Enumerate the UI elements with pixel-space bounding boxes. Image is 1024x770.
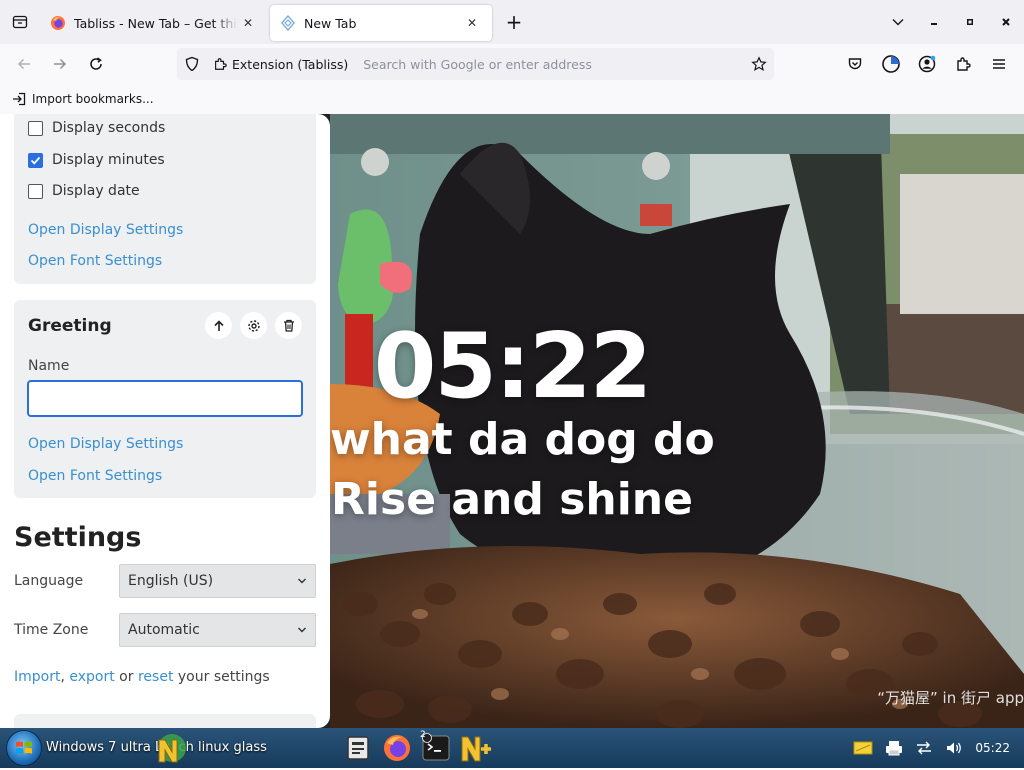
- settings-footer: Import, export or reset your settings: [14, 669, 270, 685]
- timezone-select[interactable]: Automatic: [119, 613, 316, 647]
- tracking-protection-shield-icon[interactable]: [177, 56, 207, 72]
- tab-tabliss-addon[interactable]: Tabliss - New Tab – Get this Extension f…: [40, 5, 268, 41]
- url-bar[interactable]: Extension (Tabliss): [177, 48, 774, 80]
- maximize-icon[interactable]: [952, 0, 988, 44]
- tab-title: Tabliss - New Tab – Get this Extension f…: [74, 15, 238, 31]
- toolbar-actions: [838, 48, 1016, 80]
- forward-arrow-icon[interactable]: [42, 48, 78, 80]
- timezone-value: Automatic: [128, 622, 200, 638]
- settings-heading: Settings: [14, 522, 142, 553]
- notes-tray-icon[interactable]: [853, 740, 873, 756]
- photo-credit[interactable]: “万猫屋” in 街ㄕ app: [877, 687, 1024, 708]
- close-window-icon[interactable]: [988, 0, 1024, 44]
- tab-title: New Tab: [304, 15, 357, 31]
- trash-icon[interactable]: [275, 312, 302, 339]
- start-button[interactable]: [6, 730, 42, 766]
- tab-new-tab[interactable]: New Tab ✕: [270, 5, 492, 41]
- timezone-label: Time Zone: [14, 622, 89, 638]
- display-minutes-option[interactable]: Display minutes: [28, 152, 165, 168]
- firefox-view-icon: [12, 15, 28, 29]
- option-label: Display seconds: [52, 120, 166, 136]
- puzzle-piece-icon: [215, 58, 227, 70]
- reload-icon[interactable]: [78, 48, 114, 80]
- new-tab-page: 05:22 what da dog do Rise and shine “万猫屋…: [0, 114, 1024, 728]
- network-arrows-icon[interactable]: [915, 740, 933, 756]
- minimize-icon[interactable]: [916, 0, 952, 44]
- checkbox-unchecked-icon[interactable]: [28, 183, 43, 199]
- hamburger-menu-icon[interactable]: [982, 48, 1016, 80]
- list-all-tabs-chevron-icon[interactable]: [880, 0, 916, 44]
- greeting-widget-card: Greeting Name Open Display Settings Open…: [14, 300, 316, 498]
- display-date-option[interactable]: Display date: [28, 183, 140, 199]
- import-bookmarks-button[interactable]: Import bookmarks...: [12, 92, 154, 106]
- open-display-settings-link[interactable]: Open Display Settings: [28, 436, 183, 452]
- language-label: Language: [14, 573, 84, 589]
- new-tab-plus-icon[interactable]: +: [496, 4, 532, 40]
- language-select[interactable]: English (US): [119, 564, 316, 598]
- close-tab-icon[interactable]: ✕: [462, 13, 482, 33]
- notes-app-icon[interactable]: [340, 731, 376, 765]
- identity-label: Extension (Tabliss): [232, 56, 349, 72]
- move-up-arrow-icon[interactable]: [205, 312, 232, 339]
- pie-chart-extension-icon[interactable]: [874, 48, 908, 80]
- system-tray: 05:22: [853, 728, 1024, 768]
- window-count-badge: 2: [420, 730, 426, 740]
- tab-strip: Tabliss - New Tab – Get this Extension f…: [0, 0, 1024, 44]
- firefox-taskbar-icon[interactable]: [379, 731, 415, 765]
- import-bookmarks-label: Import bookmarks...: [32, 92, 154, 106]
- footer-tail: your settings: [173, 669, 270, 685]
- extension-identity-chip[interactable]: Extension (Tabliss): [207, 52, 357, 76]
- checkbox-unchecked-icon[interactable]: [28, 120, 43, 136]
- tabliss-favicon-icon: [280, 15, 296, 31]
- or-text: or: [114, 669, 138, 685]
- export-link[interactable]: export: [69, 669, 114, 685]
- clock-time: 05:22: [373, 314, 652, 419]
- open-display-settings-link[interactable]: Open Display Settings: [28, 222, 183, 238]
- widget-actions: [205, 312, 302, 339]
- printer-icon[interactable]: [885, 740, 903, 756]
- message-text: what da dog do: [330, 414, 715, 465]
- window-controls: [880, 0, 1024, 44]
- checkbox-checked-icon[interactable]: [28, 152, 43, 168]
- tray-clock[interactable]: 05:22: [975, 741, 1010, 755]
- chevron-down-icon: [298, 627, 306, 633]
- option-label: Display minutes: [52, 152, 165, 168]
- gear-icon[interactable]: [240, 312, 267, 339]
- reset-link[interactable]: reset: [138, 669, 173, 685]
- chevron-down-icon: [298, 578, 306, 584]
- name-input[interactable]: [27, 380, 303, 417]
- close-tab-icon[interactable]: ✕: [238, 13, 258, 33]
- language-value: English (US): [128, 573, 214, 589]
- windows-logo-icon: [16, 741, 32, 754]
- volume-icon[interactable]: [945, 740, 963, 756]
- display-seconds-option[interactable]: Display seconds: [28, 120, 165, 136]
- pocket-icon[interactable]: [838, 48, 872, 80]
- time-widget-card: Display seconds Display minutes Display …: [14, 114, 316, 284]
- firefox-favicon-icon: [50, 15, 66, 31]
- extensions-puzzle-icon[interactable]: [946, 48, 980, 80]
- n-plus-taskbar-icon[interactable]: [458, 731, 494, 765]
- greeting-text: Rise and shine: [331, 474, 693, 525]
- import-link[interactable]: Import: [14, 669, 60, 685]
- n-plus-app-icon[interactable]: [154, 732, 188, 766]
- open-font-settings-link[interactable]: Open Font Settings: [28, 468, 162, 484]
- account-icon[interactable]: [910, 48, 944, 80]
- widget-title: Greeting: [28, 316, 112, 336]
- next-card: [14, 714, 316, 728]
- timezone-row: Time Zone Automatic: [14, 613, 316, 647]
- taskbar: Windows 7 ultra Lunch linux glass 2 05:2…: [0, 728, 1024, 768]
- import-icon: [13, 92, 26, 106]
- bookmark-star-icon[interactable]: [744, 56, 774, 72]
- language-row: Language English (US): [14, 564, 316, 598]
- name-label: Name: [28, 358, 70, 374]
- firefox-view-button[interactable]: [0, 0, 40, 44]
- settings-panel: Display seconds Display minutes Display …: [0, 114, 330, 728]
- terminal-taskbar-icon[interactable]: 2: [418, 730, 454, 765]
- option-label: Display date: [52, 183, 140, 199]
- bookmarks-toolbar: Import bookmarks...: [0, 84, 1024, 114]
- navigation-toolbar: Extension (Tabliss): [0, 44, 1024, 84]
- open-font-settings-link[interactable]: Open Font Settings: [28, 253, 162, 269]
- address-input[interactable]: [363, 56, 744, 72]
- back-arrow-icon[interactable]: [6, 48, 42, 80]
